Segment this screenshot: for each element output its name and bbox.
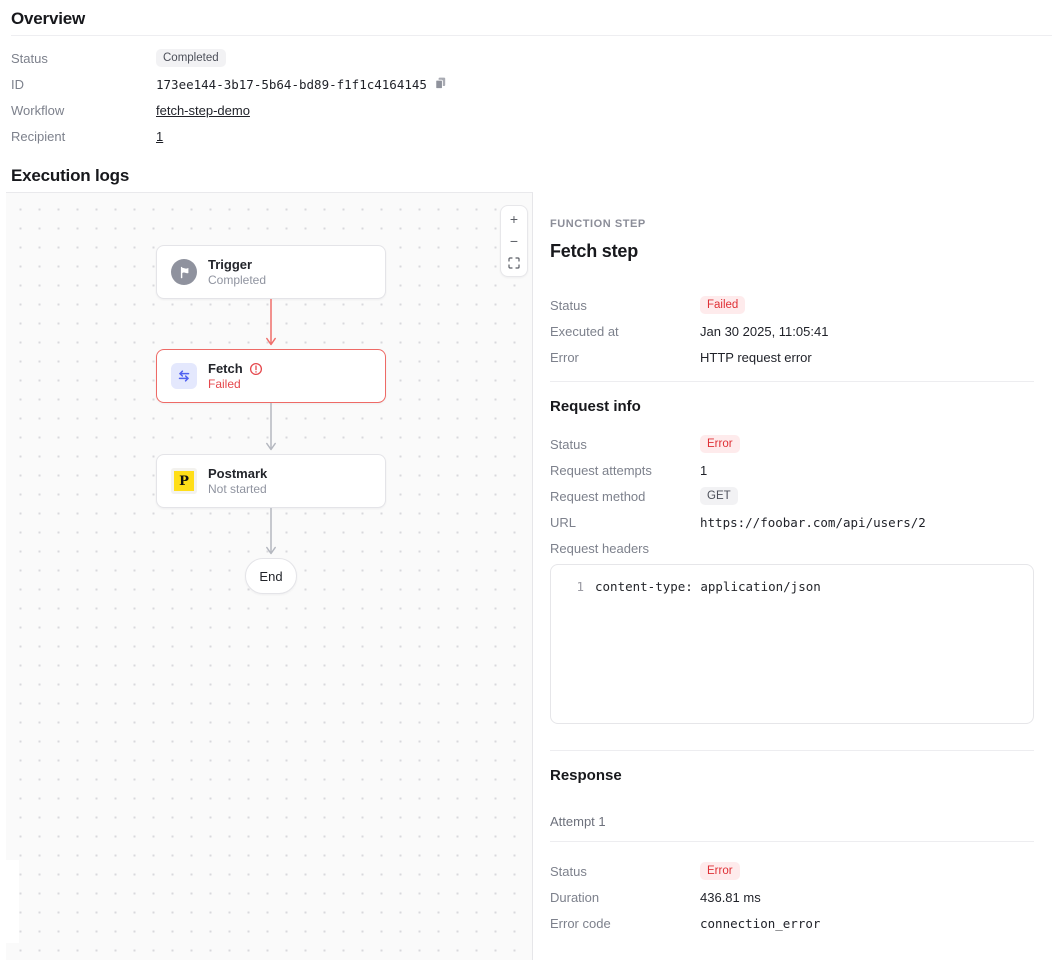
recipient-label: Recipient: [11, 129, 156, 144]
edge-fetch-postmark: [265, 403, 277, 453]
execution-workspace: Trigger Completed Fetch Failed: [6, 192, 1052, 960]
execution-logs-title: Execution logs: [11, 166, 1052, 186]
edge-postmark-end: [265, 508, 277, 558]
status-label: Status: [550, 298, 700, 313]
error-label: Error: [550, 350, 700, 365]
status-label: Status: [550, 864, 700, 879]
overview-title: Overview: [11, 9, 1052, 29]
attempt-divider: [550, 841, 1034, 842]
fit-view-icon: [508, 257, 520, 269]
response-row-error-code: Error code connection_error: [550, 913, 1034, 933]
overview-section: Overview Status Completed ID 173ee144-3b…: [0, 9, 1052, 146]
recipient-link[interactable]: 1: [156, 129, 163, 144]
method-badge: GET: [700, 487, 738, 505]
canvas-controls: + −: [500, 205, 528, 277]
error-value: HTTP request error: [700, 350, 812, 365]
request-headers-code-box[interactable]: 1 content-type: application/json: [550, 564, 1034, 724]
request-row-method: Request method GET: [550, 486, 1034, 506]
postmark-letter: P: [174, 471, 194, 491]
swap-arrows-icon: [171, 363, 197, 389]
request-row-url: URL https://foobar.com/api/users/2: [550, 512, 1034, 532]
executed-at-label: Executed at: [550, 324, 700, 339]
attempt-label: Attempt 1: [550, 814, 1034, 830]
response-row-duration: Duration 436.81 ms: [550, 887, 1034, 907]
request-headers-label: Request headers: [550, 541, 700, 556]
panel-row-executed-at: Executed at Jan 30 2025, 11:05:41: [550, 321, 1034, 341]
error-code-value: connection_error: [700, 916, 820, 931]
overview-row-id: ID 173ee144-3b17-5b64-bd89-f1f1c4164145: [11, 74, 1052, 94]
request-row-attempts: Request attempts 1: [550, 460, 1034, 480]
node-title: Fetch: [208, 361, 243, 377]
url-label: URL: [550, 515, 700, 530]
request-attempts-label: Request attempts: [550, 463, 700, 478]
status-badge: Completed: [156, 49, 226, 67]
node-title: Postmark: [208, 466, 267, 482]
response-row-status: Status Error: [550, 861, 1034, 881]
panel-row-error: Error HTTP request error: [550, 347, 1034, 367]
node-status: Failed: [208, 377, 263, 392]
workflow-canvas[interactable]: Trigger Completed Fetch Failed: [6, 192, 533, 960]
url-value: https://foobar.com/api/users/2: [700, 515, 926, 530]
overview-row-recipient: Recipient 1: [11, 126, 1052, 146]
step-detail-panel: FUNCTION STEP Fetch step Status Failed E…: [533, 192, 1052, 960]
node-title: Trigger: [208, 257, 252, 273]
workflow-link[interactable]: fetch-step-demo: [156, 103, 250, 118]
postmark-logo-icon: P: [171, 468, 197, 494]
zoom-in-button[interactable]: +: [502, 208, 526, 230]
panel-divider: [550, 381, 1034, 382]
node-end: End: [245, 558, 297, 594]
request-method-label: Request method: [550, 489, 700, 504]
copy-icon: [434, 76, 447, 93]
step-type-eyebrow: FUNCTION STEP: [550, 218, 1034, 231]
status-badge: Error: [700, 435, 740, 453]
id-label: ID: [11, 77, 156, 92]
plus-icon: +: [510, 212, 518, 226]
line-number: 1: [551, 578, 584, 595]
header-code: content-type: application/json: [595, 578, 821, 595]
node-trigger[interactable]: Trigger Completed: [156, 245, 386, 299]
step-title: Fetch step: [550, 240, 1034, 262]
node-fetch[interactable]: Fetch Failed: [156, 349, 386, 403]
node-status: Not started: [208, 482, 267, 497]
executed-at-value: Jan 30 2025, 11:05:41: [700, 324, 828, 339]
status-badge: Failed: [700, 296, 745, 314]
panel-divider: [550, 750, 1034, 751]
panel-row-status: Status Failed: [550, 295, 1034, 315]
overview-row-workflow: Workflow fetch-step-demo: [11, 100, 1052, 120]
request-attempts-value: 1: [700, 463, 707, 478]
duration-value: 436.81 ms: [700, 890, 761, 905]
canvas-notch: [6, 860, 19, 943]
duration-label: Duration: [550, 890, 700, 905]
code-line: 1 content-type: application/json: [551, 578, 1033, 595]
workflow-label: Workflow: [11, 103, 156, 118]
request-row-headers: Request headers: [550, 538, 1034, 558]
overview-row-status: Status Completed: [11, 48, 1052, 68]
status-label: Status: [11, 51, 156, 66]
alert-circle-icon: [249, 362, 263, 376]
id-value: 173ee144-3b17-5b64-bd89-f1f1c4164145: [156, 77, 427, 92]
edge-trigger-fetch: [265, 299, 277, 349]
flag-icon: [171, 259, 197, 285]
fit-view-button[interactable]: [502, 252, 526, 274]
zoom-out-button[interactable]: −: [502, 230, 526, 252]
copy-id-button[interactable]: [434, 76, 447, 93]
minus-icon: −: [510, 234, 518, 248]
node-postmark[interactable]: P Postmark Not started: [156, 454, 386, 508]
error-code-label: Error code: [550, 916, 700, 931]
node-status: Completed: [208, 273, 266, 288]
request-row-status: Status Error: [550, 434, 1034, 454]
status-label: Status: [550, 437, 700, 452]
status-badge: Error: [700, 862, 740, 880]
end-label: End: [259, 569, 282, 584]
request-info-title: Request info: [550, 398, 1034, 416]
response-title: Response: [550, 767, 1034, 785]
